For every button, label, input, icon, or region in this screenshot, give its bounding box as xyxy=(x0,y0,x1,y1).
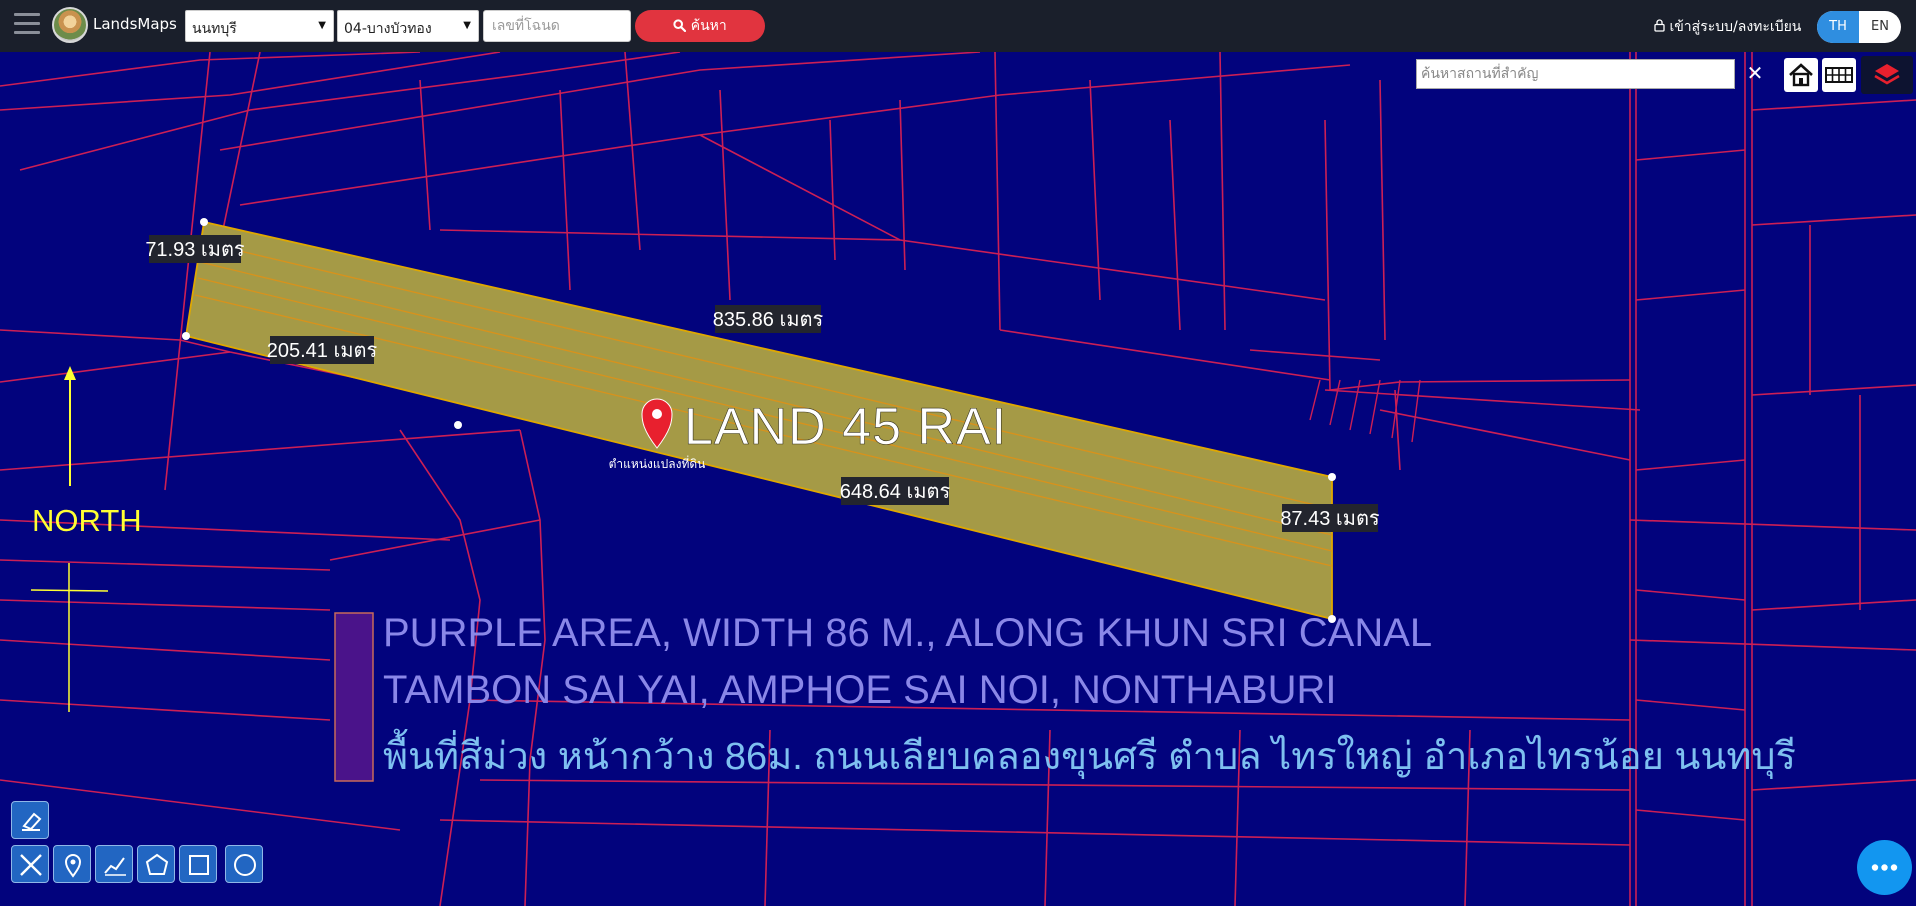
vertex-handle[interactable] xyxy=(182,332,190,340)
grid-icon xyxy=(1825,67,1853,83)
lock-icon xyxy=(1654,19,1665,32)
circle-icon xyxy=(234,854,256,876)
highlight-area xyxy=(334,612,374,782)
north-label: NORTH xyxy=(32,503,142,538)
marker-caption: ตำแหน่งแปลงที่ดิน xyxy=(609,455,706,471)
map-canvas[interactable]: 71.93 เมตร 835.86 เมตร 205.41 เมตร 648.6… xyxy=(0,52,1916,906)
draw-rectangle-button[interactable] xyxy=(179,845,217,883)
purple-area xyxy=(334,612,374,782)
measurement-label: 835.86 เมตร xyxy=(713,309,824,331)
note-line-en-1: PURPLE AREA, WIDTH 86 M., ALONG KHUN SRI… xyxy=(383,611,1432,655)
login-label: เข้าสู่ระบบ/ลงทะเบียน xyxy=(1669,19,1802,35)
add-marker-button[interactable] xyxy=(53,845,91,883)
note-line-en-2: TAMBON SAI YAI, AMPHOE SAI NOI, NONTHABU… xyxy=(383,668,1337,712)
pin-center xyxy=(652,409,662,419)
chevron-down-icon: ▼ xyxy=(463,20,471,31)
chevron-down-icon: ▼ xyxy=(318,20,326,31)
deed-number-input[interactable] xyxy=(483,10,631,42)
parcel-title: LAND 45 RAI xyxy=(684,398,1007,456)
more-icon xyxy=(1871,864,1898,871)
home-icon xyxy=(1789,63,1813,87)
district-select[interactable]: 04-บางบัวทอง ▼ xyxy=(337,10,479,42)
measurement-label: 205.41 เมตร xyxy=(267,340,378,362)
province-select[interactable]: นนทบุรี ▼ xyxy=(185,10,334,42)
draw-polygon-button[interactable] xyxy=(137,845,175,883)
top-bar: LandsMaps นนทบุรี ▼ 04-บางบัวทอง ▼ ค้นหา… xyxy=(0,0,1916,52)
place-search-input[interactable] xyxy=(1416,59,1735,89)
draw-polyline-button[interactable] xyxy=(95,845,133,883)
search-button[interactable]: ค้นหา xyxy=(635,10,765,42)
district-value: 04-บางบัวทอง xyxy=(344,21,432,37)
home-button[interactable] xyxy=(1784,58,1818,92)
measurement-label: 71.93 เมตร xyxy=(145,239,245,261)
vertex-handle[interactable] xyxy=(1328,473,1336,481)
lang-en-button[interactable]: EN xyxy=(1859,11,1901,43)
measure-button[interactable] xyxy=(11,845,49,883)
polygon-icon xyxy=(145,853,169,875)
grid-button[interactable] xyxy=(1822,58,1856,92)
eraser-button[interactable] xyxy=(11,801,49,839)
layers-button[interactable] xyxy=(1861,56,1913,94)
app-logo xyxy=(52,7,88,43)
eraser-icon xyxy=(22,812,42,831)
measurement-label: 87.43 เมตร xyxy=(1280,508,1380,530)
layers-icon xyxy=(1874,64,1900,85)
province-value: นนทบุรี xyxy=(192,21,237,37)
lang-th-button[interactable]: TH xyxy=(1817,11,1859,43)
measurement-label: 648.64 เมตร xyxy=(840,481,951,503)
close-icon[interactable]: ✕ xyxy=(1744,60,1766,86)
draw-circle-button[interactable] xyxy=(225,845,263,883)
polyline-icon xyxy=(104,857,126,876)
pin-icon xyxy=(64,854,82,878)
language-toggle: TH EN xyxy=(1817,11,1901,43)
vertex-handle[interactable] xyxy=(200,218,208,226)
vertex-handle[interactable] xyxy=(454,421,462,429)
ruler-icon xyxy=(20,854,42,876)
menu-icon[interactable] xyxy=(14,13,40,39)
search-button-label: ค้นหา xyxy=(690,18,727,34)
note-line-th: พื้นที่สีม่วง หน้ากว้าง 86ม. ถนนเลียบคลอ… xyxy=(383,728,1796,779)
rectangle-icon xyxy=(189,855,209,875)
app-title: LandsMaps xyxy=(93,15,177,33)
search-icon xyxy=(673,19,687,33)
more-options-button[interactable] xyxy=(1857,840,1912,895)
login-register-link[interactable]: เข้าสู่ระบบ/ลงทะเบียน xyxy=(1654,16,1801,38)
